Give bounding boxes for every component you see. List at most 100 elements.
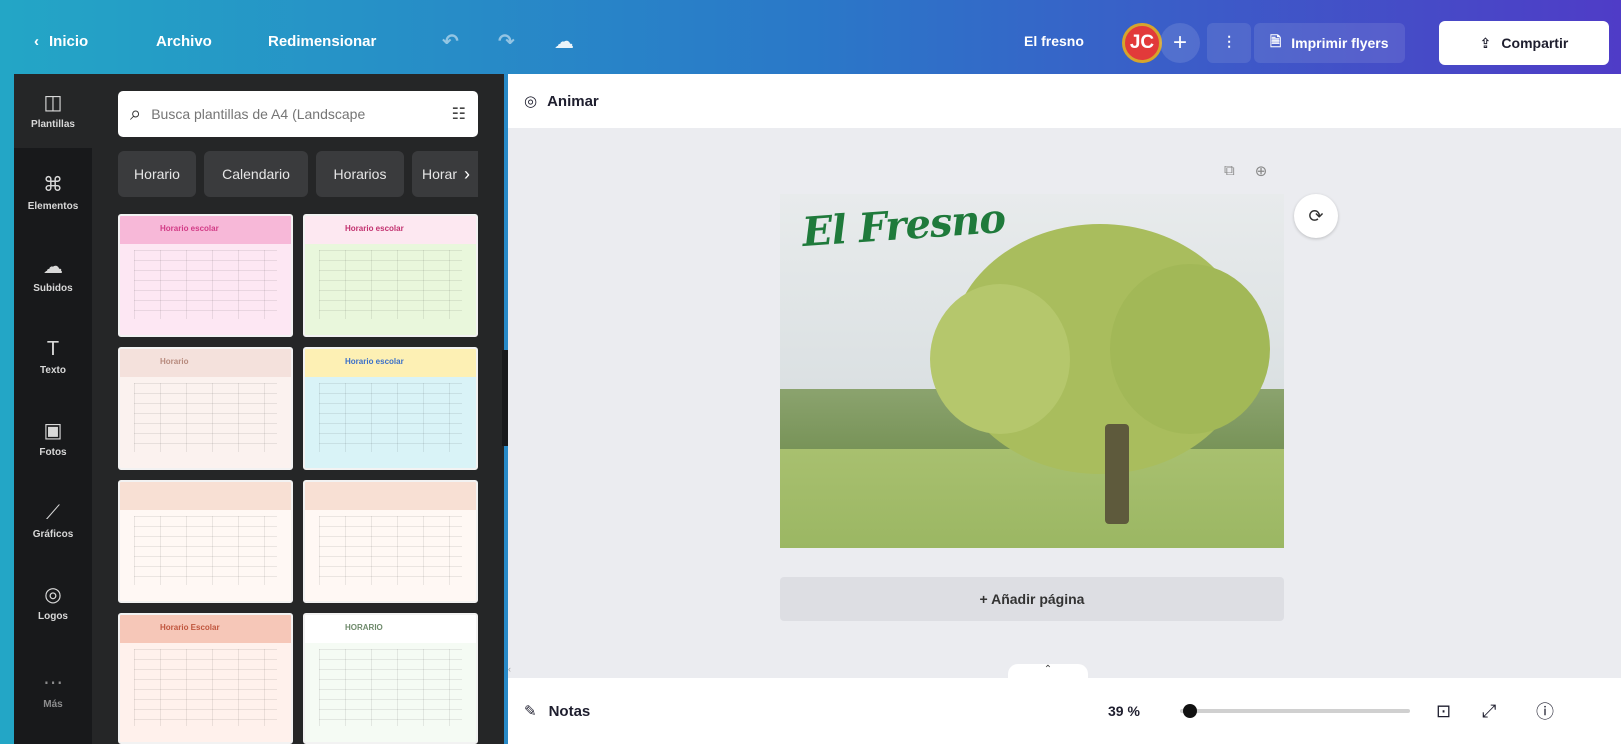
more-dots-icon: ⋯: [43, 671, 63, 694]
logo-icon: ◎: [44, 583, 62, 606]
undo-icon[interactable]: ↶: [442, 29, 459, 54]
notes-button[interactable]: ✎ Notas: [524, 702, 591, 721]
editor-canvas-area: ◎ Animar ⧉ ⊕ El Fresno ⟳ + Añadir página…: [508, 74, 1621, 744]
template-thumbnail[interactable]: Horario escolar: [303, 214, 478, 337]
rail-item-label: Logos: [38, 610, 68, 622]
zoom-level[interactable]: 39 %: [1108, 703, 1140, 719]
resize-button[interactable]: Redimensionar: [268, 33, 376, 50]
template-header: [120, 349, 291, 377]
rail-item-label: Elementos: [27, 200, 79, 212]
template-thumbnail[interactable]: Horario escolar: [118, 214, 293, 337]
search-icon: ⌕: [130, 102, 142, 125]
template-grid: [319, 250, 462, 319]
rail-item-text[interactable]: T Texto: [14, 320, 92, 394]
side-rail: ◫ Plantillas ⌘ Elementos ☁ Subidos T Tex…: [14, 74, 92, 744]
chevron-right-icon[interactable]: ›: [456, 151, 478, 197]
rail-item-elements[interactable]: ⌘ Elementos: [14, 156, 92, 230]
rail-item-more[interactable]: ⋯ Más: [14, 654, 92, 728]
document-icon: 🗎: [1270, 33, 1282, 49]
rail-item-label: Gráficos: [32, 528, 74, 540]
add-page-icon[interactable]: ⊕: [1255, 162, 1268, 180]
print-flyers-button[interactable]: 🗎 Imprimir flyers: [1254, 23, 1405, 63]
app-window: ‹ Inicio Archivo Redimensionar ↶ ↷ ☁ El …: [0, 0, 1621, 744]
template-thumbnail[interactable]: [303, 480, 478, 603]
template-title: Horario escolar: [345, 224, 404, 233]
template-search: ⌕ ☷: [118, 91, 478, 137]
template-grid: [319, 649, 462, 726]
template-thumbnail[interactable]: HORARIO: [303, 613, 478, 744]
fullscreen-icon[interactable]: ⤢: [1482, 701, 1496, 722]
zoom-slider[interactable]: [1180, 709, 1410, 713]
animate-button[interactable]: Animar: [547, 93, 599, 110]
photo-meadow: [780, 448, 1284, 548]
file-menu-button[interactable]: Archivo: [156, 33, 212, 50]
tree-canopy: [1110, 264, 1270, 434]
top-bar: ‹ Inicio Archivo Redimensionar ↶ ↷ ☁ El …: [14, 8, 1621, 74]
chip-horarios[interactable]: Horarios: [316, 151, 404, 197]
chevron-up-icon[interactable]: ⌃: [1008, 664, 1088, 680]
rail-item-label: Texto: [40, 364, 66, 376]
template-grid: [319, 383, 462, 452]
photo-icon: ▣: [43, 419, 63, 442]
template-grid: [134, 516, 277, 585]
template-header: [305, 615, 476, 643]
rail-item-label: Subidos: [33, 282, 73, 294]
user-avatar[interactable]: JC: [1122, 23, 1162, 63]
cloud-upload-icon: ☁: [43, 255, 63, 278]
add-page-button[interactable]: + Añadir página: [780, 577, 1284, 621]
search-input[interactable]: [151, 106, 442, 122]
zoom-slider-thumb[interactable]: [1182, 704, 1197, 718]
rail-item-label: Fotos: [39, 446, 67, 458]
notes-label: Notas: [548, 702, 591, 720]
rail-item-photos[interactable]: ▣ Fotos: [14, 402, 92, 476]
filter-icon[interactable]: ☷: [452, 104, 466, 124]
template-thumbnail[interactable]: Horario escolar: [303, 347, 478, 470]
page-view-icon[interactable]: ⊡: [1436, 701, 1451, 722]
line-chart-icon: ⟋: [46, 501, 60, 524]
rail-item-uploads[interactable]: ☁ Subidos: [14, 238, 92, 312]
rail-item-logos[interactable]: ◎ Logos: [14, 566, 92, 640]
chip-horario[interactable]: Horario: [118, 151, 196, 197]
share-label: Compartir: [1501, 35, 1569, 51]
template-grid: [134, 649, 277, 726]
templates-panel: ⌕ ☷ Horario Calendario Horarios Horar › …: [92, 74, 504, 744]
design-page[interactable]: El Fresno: [780, 194, 1284, 548]
share-button[interactable]: ⇪ Compartir: [1439, 21, 1609, 65]
insights-chart-icon[interactable]: ⫶: [1207, 23, 1251, 63]
chip-calendario[interactable]: Calendario: [204, 151, 308, 197]
template-grid: [319, 516, 462, 585]
filter-chips: Horario Calendario Horarios Horar ›: [118, 151, 478, 197]
template-title: HORARIO: [345, 623, 383, 632]
page-tools: ⧉ ⊕: [1224, 162, 1267, 180]
home-label: Inicio: [49, 32, 89, 50]
animate-toolbar: ◎ Animar: [508, 74, 1621, 128]
editor-footer: ⌃ ✎ Notas 39 % ⊡ ⤢ ⓘ: [508, 664, 1621, 744]
shapes-icon: ⌘: [43, 173, 63, 196]
home-button[interactable]: ‹ Inicio: [34, 33, 88, 50]
rail-item-label: Plantillas: [31, 118, 75, 130]
template-title: Horario Escolar: [160, 623, 220, 632]
template-thumbnail[interactable]: Horario: [118, 347, 293, 470]
duplicate-page-icon[interactable]: ⧉: [1224, 162, 1235, 180]
tree-trunk: [1105, 424, 1129, 524]
template-header: [120, 482, 291, 510]
invite-plus-icon[interactable]: +: [1160, 23, 1200, 63]
notes-icon: ✎: [524, 703, 537, 720]
template-title: Horario escolar: [345, 357, 404, 366]
template-thumbnail[interactable]: [118, 480, 293, 603]
templates-icon: ◫: [43, 91, 63, 114]
help-icon[interactable]: ⓘ: [1536, 698, 1554, 724]
document-name[interactable]: El fresno: [1024, 33, 1084, 49]
template-thumbnail[interactable]: Horario Escolar: [118, 613, 293, 744]
template-title: Horario: [160, 357, 189, 366]
animate-icon[interactable]: ◎: [524, 92, 537, 110]
cloud-save-icon[interactable]: ☁: [554, 29, 574, 54]
template-title: Horario escolar: [160, 224, 219, 233]
text-icon: T: [46, 337, 60, 360]
rail-item-templates[interactable]: ◫ Plantillas: [14, 74, 92, 148]
template-grid: [134, 383, 277, 452]
redo-icon[interactable]: ↷: [498, 29, 515, 54]
rail-item-charts[interactable]: ⟋ Gráficos: [14, 484, 92, 558]
refresh-icon[interactable]: ⟳: [1294, 194, 1338, 238]
tree-canopy: [930, 284, 1070, 434]
